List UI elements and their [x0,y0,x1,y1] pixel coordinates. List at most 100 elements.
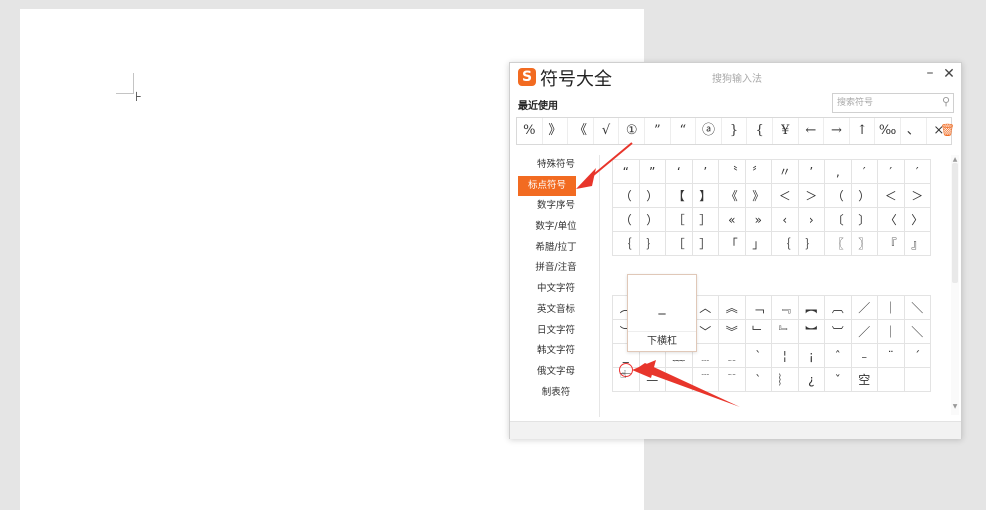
symbol-cell[interactable]: ’ [798,160,825,184]
symbol-cell[interactable]: ’ [692,160,719,184]
symbol-cell[interactable]: ¦ [772,344,799,368]
recent-symbol-cell[interactable]: ‰ [875,118,901,144]
symbol-cell[interactable]: ‹ [772,208,799,232]
recent-symbol-cell[interactable]: 、 [901,118,927,144]
symbol-cell[interactable]: ˇ [825,368,852,392]
trash-icon[interactable]: 🗑 [940,123,955,137]
symbol-cell[interactable]: ﹉ [692,368,719,392]
symbol-cell[interactable]: ／ [851,296,878,320]
symbol-cell[interactable]: ︾ [719,320,746,344]
symbol-cell[interactable]: ＼ [904,320,931,344]
symbol-cell[interactable]: ﹁ [745,296,772,320]
category-item[interactable]: 标点符号 [518,175,576,197]
symbol-cell[interactable]: ｜ [878,320,905,344]
symbol-cell[interactable]: 〈 [878,208,905,232]
symbol-cell[interactable]: （ [613,208,640,232]
search-icon[interactable]: ⚲ [942,95,950,108]
symbol-cell[interactable]: ｝ [639,232,666,256]
symbol-cell[interactable]: 〝 [719,160,746,184]
symbol-cell[interactable]: ｝ [798,232,825,256]
symbol-cell[interactable]: › [798,208,825,232]
symbol-cell[interactable]: — [639,368,666,392]
symbol-cell[interactable]: ） [639,208,666,232]
symbol-cell[interactable]: ︺ [825,320,852,344]
symbol-cell[interactable]: ′ [851,160,878,184]
category-item[interactable]: 数字/单位 [516,217,596,238]
recent-symbol-cell[interactable]: 《 [568,118,594,144]
recent-symbol-cell[interactable]: ” [645,118,671,144]
symbol-cell[interactable]: « [719,208,746,232]
symbol-cell[interactable]: 〖 [825,232,852,256]
search-input[interactable] [837,96,933,110]
symbol-cell[interactable]: 《 [719,184,746,208]
recent-symbol-cell[interactable]: → [824,118,850,144]
symbol-cell[interactable]: ¡ [798,344,825,368]
symbol-cell[interactable]: 』 [904,232,931,256]
symbol-cell[interactable]: ﹃ [772,296,799,320]
symbol-cell[interactable]: ＞ [798,184,825,208]
symbol-cell[interactable]: 】 [692,184,719,208]
symbol-cell[interactable]: ＞ [904,184,931,208]
symbol-cell[interactable]: ｛ [613,232,640,256]
symbol-cell[interactable]: “ [613,160,640,184]
symbol-cell[interactable]: 〕 [851,208,878,232]
symbol-cell[interactable]: ¿ [798,368,825,392]
symbol-cell[interactable]: 」 [745,232,772,256]
category-item[interactable]: 韩文字符 [516,341,596,362]
symbol-cell[interactable]: ︻ [798,296,825,320]
symbol-cell[interactable]: ﹂ [745,320,772,344]
symbol-cell[interactable]: ‘ [666,160,693,184]
category-item[interactable]: 制表符 [516,383,596,404]
symbol-cell[interactable]: ˊ [904,344,931,368]
category-item[interactable]: 希腊/拉丁 [516,238,596,259]
symbol-cell[interactable]: ′ [904,160,931,184]
category-item[interactable]: 俄文字母 [516,362,596,383]
symbol-cell[interactable]: ′ [878,160,905,184]
recent-symbol-cell[interactable]: 》 [543,118,569,144]
minimize-icon[interactable]: – [923,65,937,81]
symbol-cell[interactable]: ｛ [772,232,799,256]
recent-symbol-cell[interactable]: } [722,118,748,144]
recent-symbol-cell[interactable]: ⓐ [696,118,722,144]
symbol-cell[interactable]: ） [851,184,878,208]
symbol-cell[interactable]: ］ [692,232,719,256]
symbol-cell[interactable]: 〔 [825,208,852,232]
symbol-cell[interactable]: ‚ [825,160,852,184]
symbol-cell[interactable]: ︹ [825,296,852,320]
symbol-cell[interactable]: 〉 [904,208,931,232]
category-item[interactable]: 日文字符 [516,321,596,342]
symbol-cell[interactable]: （ [613,184,640,208]
recent-symbol-cell[interactable]: “ [671,118,697,144]
symbol-cell[interactable]: ｜ [878,296,905,320]
category-item[interactable]: 英文音标 [516,300,596,321]
category-item[interactable]: 数字序号 [516,196,596,217]
symbol-cell[interactable]: ¨ [878,344,905,368]
symbol-cell[interactable]: 〗 [851,232,878,256]
symbol-cell[interactable]: ︽ [719,296,746,320]
symbol-cell[interactable]: ﹄ [772,320,799,344]
symbol-cell[interactable]: 『 [878,232,905,256]
recent-symbol-cell[interactable]: { [747,118,773,144]
symbol-cell[interactable]: ﹊ [719,368,746,392]
symbol-cell[interactable]: 空 [851,368,878,392]
symbol-cell[interactable]: （ [825,184,852,208]
scrollbar-thumb[interactable] [952,163,958,283]
symbol-cell[interactable] [666,368,693,392]
symbol-cell[interactable]: ） [639,184,666,208]
scroll-up-icon[interactable]: ▲ [951,156,959,163]
symbol-cell[interactable]: ＜ [772,184,799,208]
symbol-cell[interactable]: ˋ [745,368,772,392]
symbol-cell[interactable]: ︴ [772,368,799,392]
symbol-panel-window[interactable]: S 符号大全 搜狗输入法 – ✕ 最近使用 ⚲ %》《√①”“ⓐ}{¥←→↑‰、… [509,62,962,439]
symbol-cell[interactable]: ／ [851,320,878,344]
recent-symbol-cell[interactable]: ← [799,118,825,144]
recent-symbol-cell[interactable]: ↑ [850,118,876,144]
recent-symbol-cell[interactable]: ① [619,118,645,144]
recent-symbol-cell[interactable]: √ [594,118,620,144]
symbol-cell[interactable]: 【 [666,184,693,208]
symbol-cell[interactable]: ［ [666,208,693,232]
category-item[interactable]: 特殊符号 [516,155,596,176]
recent-symbol-cell[interactable]: ¥ [773,118,799,144]
symbol-cell[interactable]: ＼ [904,296,931,320]
symbol-cell[interactable] [904,368,931,392]
